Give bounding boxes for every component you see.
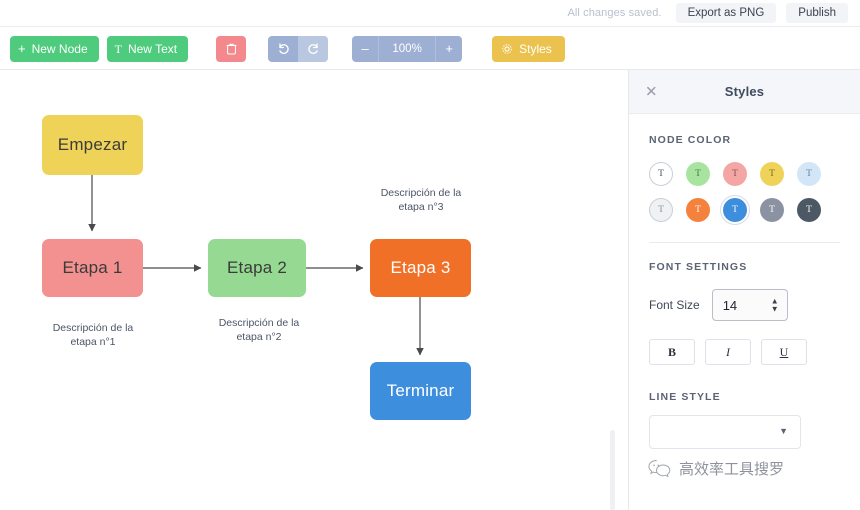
underline-button[interactable]: U — [761, 339, 807, 365]
new-text-label: New Text — [127, 41, 178, 56]
styles-button[interactable]: Styles — [492, 35, 565, 62]
stepper-down-icon[interactable]: ▼ — [771, 305, 779, 312]
styles-panel-body: NODE COLOR T T T T T T T T T T FONT SETT… — [629, 114, 860, 449]
styles-panel: ✕ Styles NODE COLOR T T T T T T T T T T … — [628, 70, 860, 510]
canvas-vertical-scrollbar[interactable] — [610, 430, 615, 510]
color-swatch[interactable]: T — [760, 162, 784, 186]
flow-node[interactable]: Terminar — [370, 362, 471, 420]
node-color-section-label: NODE COLOR — [649, 134, 732, 146]
font-size-value: 14 — [722, 297, 738, 313]
gear-icon — [502, 43, 512, 54]
delete-button[interactable] — [216, 35, 247, 62]
color-swatch[interactable]: T — [686, 162, 710, 186]
flow-node[interactable]: Etapa 3 — [370, 239, 471, 297]
node-description[interactable]: Descripción de la etapa n°3 — [366, 186, 476, 214]
node-description-line1: Descripción de la — [218, 317, 300, 329]
top-header-bar: All changes saved. Export as PNG Publish — [0, 0, 860, 27]
color-swatch[interactable]: T — [797, 198, 821, 222]
color-swatch-selected[interactable]: T — [723, 198, 747, 222]
node-color-row-2: T T T T T — [649, 198, 840, 222]
flow-node[interactable]: Empezar — [42, 115, 143, 175]
color-swatch[interactable]: T — [760, 198, 784, 222]
color-swatch[interactable]: T — [723, 162, 747, 186]
trash-icon — [226, 43, 237, 55]
publish-button[interactable]: Publish — [786, 3, 848, 23]
zoom-out-button[interactable]: – — [352, 35, 379, 62]
stepper-up-icon[interactable]: ▲ — [771, 297, 779, 304]
editor-toolbar: + New Node T New Text – 100% + Styles — [0, 28, 860, 70]
font-settings-section-label: FONT SETTINGS — [649, 261, 748, 273]
color-swatch[interactable]: T — [686, 198, 710, 222]
undo-button[interactable] — [268, 35, 299, 62]
redo-button[interactable] — [298, 35, 329, 62]
font-size-row: Font Size 14 ▲ ▼ — [649, 289, 840, 321]
node-description-line2: etapa n°2 — [236, 331, 282, 344]
line-style-select[interactable]: ▼ — [649, 415, 801, 449]
flowchart-editor-app: All changes saved. Export as PNG Publish… — [0, 0, 860, 510]
color-swatch[interactable]: T — [649, 198, 673, 222]
node-description-line1: Descripción de la — [52, 322, 134, 334]
flowchart-canvas[interactable]: Empezar Etapa 1 Etapa 2 Etapa 3 Terminar… — [0, 70, 628, 510]
text-t-icon: T — [114, 41, 122, 56]
plus-icon: + — [18, 41, 26, 56]
font-size-stepper[interactable]: 14 ▲ ▼ — [711, 289, 788, 321]
line-style-section: LINE STYLE ▼ — [649, 391, 840, 449]
chevron-down-icon: ▼ — [779, 426, 788, 436]
section-divider — [649, 242, 840, 243]
node-color-row-1: T T T T T — [649, 162, 840, 186]
flow-node[interactable]: Etapa 1 — [42, 239, 143, 297]
bold-button[interactable]: B — [649, 339, 695, 365]
redo-arrow-icon — [307, 43, 318, 54]
node-description-line1: Descripción de la — [380, 187, 462, 199]
zoom-controls-group: – 100% + — [352, 35, 463, 62]
undo-redo-group — [268, 35, 329, 62]
node-description[interactable]: Descripción de la etapa n°1 — [38, 321, 148, 349]
color-swatch[interactable]: T — [797, 162, 821, 186]
new-node-button[interactable]: + New Node — [10, 35, 99, 62]
node-description-line2: etapa n°3 — [398, 201, 444, 214]
italic-button[interactable]: I — [705, 339, 751, 365]
text-format-buttons: B I U — [649, 339, 840, 365]
export-as-png-button[interactable]: Export as PNG — [675, 3, 777, 23]
create-buttons-group: + New Node T New Text — [10, 35, 189, 62]
styles-label: Styles — [519, 41, 552, 56]
flow-node[interactable]: Etapa 2 — [208, 239, 306, 297]
close-icon[interactable]: ✕ — [645, 84, 658, 99]
font-size-label: Font Size — [649, 298, 700, 312]
styles-panel-header: ✕ Styles — [629, 70, 860, 114]
node-description-line2: etapa n°1 — [70, 336, 116, 349]
new-text-button[interactable]: T New Text — [106, 35, 189, 62]
stepper-arrows-icon[interactable]: ▲ ▼ — [771, 297, 779, 312]
node-description[interactable]: Descripción de la etapa n°2 — [204, 316, 314, 344]
line-style-section-label: LINE STYLE — [649, 391, 721, 403]
styles-panel-title: Styles — [724, 84, 765, 99]
zoom-in-button[interactable]: + — [436, 35, 463, 62]
undo-arrow-icon — [278, 43, 289, 54]
color-swatch[interactable]: T — [649, 162, 673, 186]
save-status-text: All changes saved. — [567, 7, 662, 19]
zoom-level-display[interactable]: 100% — [378, 35, 437, 62]
new-node-label: New Node — [31, 41, 88, 56]
